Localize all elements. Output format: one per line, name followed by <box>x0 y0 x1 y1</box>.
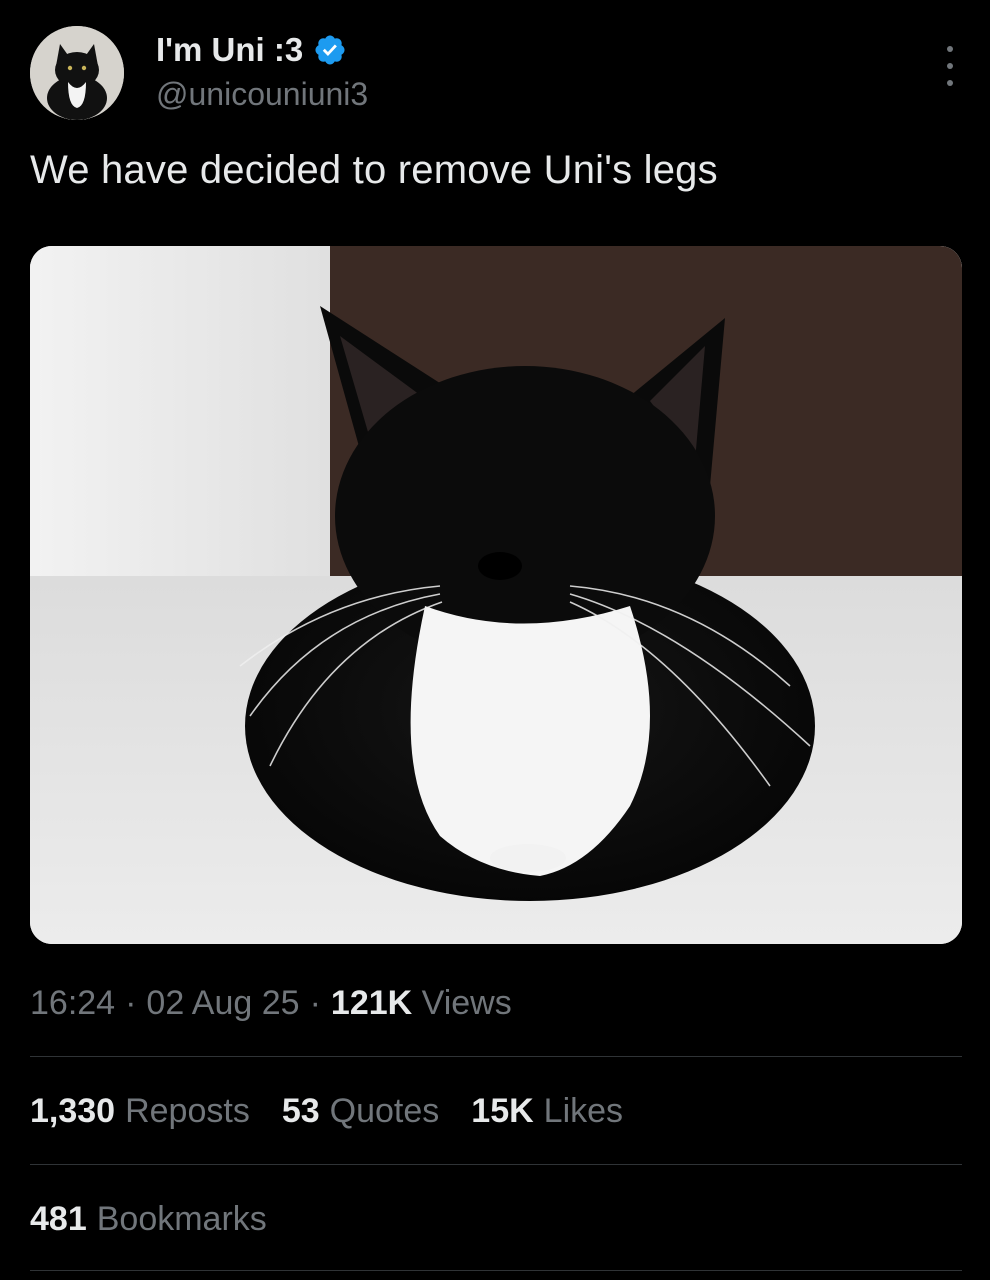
divider <box>30 1056 962 1057</box>
likes-count: 15K <box>471 1092 534 1130</box>
meta-separator: · <box>125 984 137 1022</box>
tweet-meta: 16:24 · 02 Aug 25 · 121K Views <box>30 984 512 1023</box>
author-handle[interactable]: @unicouniuni3 <box>156 76 368 113</box>
more-options-icon[interactable] <box>942 46 958 86</box>
views-label: Views <box>421 984 512 1022</box>
reposts-label: Reposts <box>125 1092 250 1130</box>
divider <box>30 1270 962 1271</box>
divider <box>30 1164 962 1165</box>
likes-stat[interactable]: 15K Likes <box>471 1092 623 1131</box>
reposts-stat[interactable]: 1,330 Reposts <box>30 1092 250 1131</box>
quotes-stat[interactable]: 53 Quotes <box>282 1092 439 1131</box>
quotes-label: Quotes <box>329 1092 440 1130</box>
quotes-count: 53 <box>281 1092 320 1130</box>
bookmarks-label: Bookmarks <box>96 1200 267 1238</box>
tweet-image[interactable] <box>30 246 962 944</box>
bookmarks-count: 481 <box>30 1200 87 1238</box>
author-display-name[interactable]: I'm Uni :3 <box>156 31 303 69</box>
reposts-count: 1,330 <box>30 1092 116 1130</box>
more-dot <box>947 80 953 86</box>
bookmarks-stat[interactable]: 481 Bookmarks <box>30 1200 267 1239</box>
cat-photo <box>30 246 962 944</box>
verified-badge-icon <box>313 33 347 67</box>
more-dot <box>947 63 953 69</box>
cat-avatar-icon <box>30 26 124 120</box>
meta-separator: · <box>309 984 321 1022</box>
engagement-stats: 1,330 Reposts 53 Quotes 15K Likes <box>30 1092 623 1131</box>
tweet-time[interactable]: 16:24 <box>30 984 115 1023</box>
views-count: 121K <box>330 984 413 1022</box>
author-name-row[interactable]: I'm Uni :3 <box>156 28 347 72</box>
likes-label: Likes <box>543 1092 624 1130</box>
tweet-date[interactable]: 02 Aug 25 <box>146 984 299 1023</box>
views-group[interactable]: 121K Views <box>331 984 512 1023</box>
tweet-text: We have decided to remove Uni's legs <box>30 148 718 192</box>
more-dot <box>947 46 953 52</box>
author-avatar[interactable] <box>30 26 124 120</box>
